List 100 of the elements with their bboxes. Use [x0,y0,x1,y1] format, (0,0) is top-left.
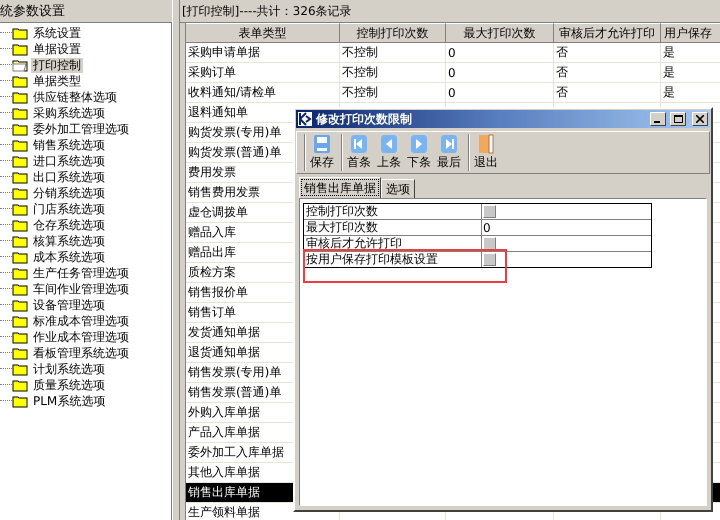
tree-item[interactable]: 委外加工管理选项 [31,122,131,136]
table-cell: 0 [448,86,456,100]
tree-item[interactable]: 生产任务管理选项 [31,266,131,280]
tree-item[interactable]: 系统设置 [31,26,83,40]
previous-icon [380,134,398,154]
folder-icon [12,106,28,120]
tree-item[interactable]: 成本系统选项 [31,250,107,264]
first-record-icon [350,134,368,154]
table-cell: 销售费用发票 [188,184,260,201]
table-cell: 销售报价单 [188,284,248,301]
folder-icon [12,186,28,200]
table-cell: 赠品入库 [188,224,236,241]
tree-item[interactable]: 销售系统选项 [31,138,107,152]
table-cell: 采购申请单据 [188,44,260,61]
folder-icon [12,122,28,136]
table-cell: 销售发票(专用)单 [188,364,282,381]
table-cell: 销售出库单据 [188,484,260,501]
table-cell: 质检方案 [188,264,236,281]
folder-icon [12,378,28,392]
toolbar-button[interactable]: 首条 [341,134,373,171]
folder-icon [12,250,28,264]
table-cell: 不控制 [342,64,378,81]
table-cell: 销售发票(普通)单 [188,384,282,401]
tab[interactable]: 选项 [381,179,415,198]
column-header[interactable]: 控制打印次数 [340,23,446,43]
table-cell: 其他入库单据 [188,464,260,481]
folder-icon [12,26,28,40]
tree-item[interactable]: 打印控制 [31,58,83,72]
tree-item[interactable]: 计划系统选项 [31,362,107,376]
folder-icon [12,154,28,168]
tab[interactable]: 销售出库单据 [299,177,381,198]
tree-item[interactable]: 供应链整体选项 [31,90,119,104]
tree-item[interactable]: 出口系统选项 [31,170,107,184]
column-header[interactable]: 最大打印次数 [446,23,554,43]
table-cell: 委外加工入库单据 [188,444,284,461]
tree-item[interactable]: 分销系统选项 [31,186,107,200]
checkbox[interactable] [483,205,496,218]
tree-item[interactable]: 门店系统选项 [31,202,107,216]
toolbar-button[interactable]: 保存 [304,134,336,171]
folder-icon [12,74,28,88]
tree-item[interactable]: 采购系统选项 [31,106,107,120]
column-header[interactable]: 表单类型 [186,23,340,43]
folder-icon [12,218,28,232]
folder-icon [12,138,28,152]
table-cell: 否 [556,84,568,101]
folder-icon [12,314,28,328]
table-cell: 退货通知单据 [188,344,260,361]
table-row[interactable]: 采购订单 不控制 0 否 是 [186,63,720,83]
maximize-button[interactable] [670,112,686,126]
tree-item[interactable]: PLM系统选项 [31,394,108,408]
folder-icon [12,298,28,312]
property-label: 审核后才允许打印 [304,236,482,251]
folder-icon [12,170,28,184]
table-cell: 购货发票(专用)单 [188,124,282,141]
property-value[interactable]: 0 [483,220,491,234]
table-cell: 是 [663,84,675,101]
tree-item[interactable]: 仓存系统选项 [31,218,107,232]
table-cell: 发货通知单据 [188,324,260,341]
table-cell: 采购订单 [188,64,236,81]
close-icon [696,115,704,123]
close-button[interactable] [692,112,708,126]
tree-item[interactable]: 作业成本管理选项 [31,330,131,344]
tree-item[interactable]: 车间作业管理选项 [31,282,131,296]
table-cell: 产品入库单据 [188,424,260,441]
folder-icon [12,90,28,104]
tree-item[interactable]: 设备管理选项 [31,298,107,312]
table-row[interactable]: 采购申请单据 不控制 0 否 是 [186,43,720,63]
tree-item[interactable]: 单据类型 [31,74,83,88]
tree-item[interactable]: 核算系统选项 [31,234,107,248]
property-label: 控制打印次数 [304,204,482,219]
table-cell: 外购入库单据 [188,404,260,421]
table-cell: 赠品出库 [188,244,236,261]
toolbar-button[interactable]: 退出 [468,134,500,171]
table-cell: 0 [448,46,456,60]
tree-item[interactable]: 看板管理系统选项 [31,346,131,360]
folder-icon [12,282,28,296]
folder-icon [12,394,28,408]
table-cell: 购货发票(普通)单 [188,144,282,161]
table-cell: 收料通知/请检单 [188,84,276,101]
table-cell: 否 [556,64,568,81]
column-header[interactable]: 审核后才允许打印 [554,23,661,43]
column-header[interactable]: 用户保存 [661,23,720,43]
tree-item[interactable]: 标准成本管理选项 [31,314,131,328]
property-label: 最大打印次数 [304,220,482,235]
checkbox[interactable] [483,237,496,250]
splitter[interactable] [172,0,180,520]
minimize-button[interactable] [650,112,666,126]
tree-item[interactable]: 质量系统选项 [31,378,107,392]
maximize-icon [674,115,682,123]
table-cell: 是 [663,44,675,61]
tree-item[interactable]: 进口系统选项 [31,154,107,168]
table-cell: 0 [448,66,456,80]
door-icon [477,134,495,154]
table-cell: 销售订单 [188,304,236,321]
checkbox[interactable] [483,253,496,266]
folder-icon [12,362,28,376]
table-row[interactable]: 收料通知/请检单 不控制 0 否 是 [186,83,720,103]
table-cell: 否 [556,44,568,61]
folder-icon [12,266,28,280]
tree-item[interactable]: 单据设置 [31,42,83,56]
